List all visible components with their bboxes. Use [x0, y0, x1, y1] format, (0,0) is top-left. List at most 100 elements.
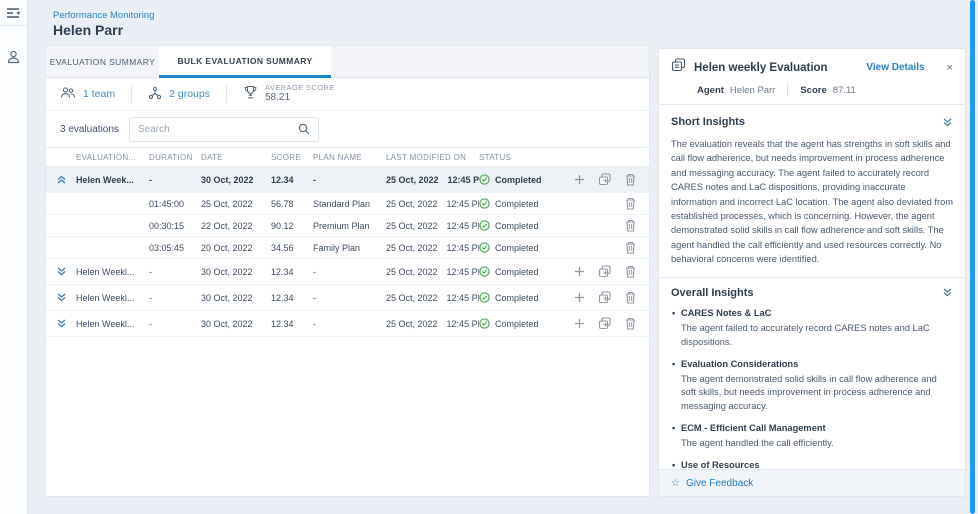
sidebar-item-agents[interactable] [0, 40, 27, 74]
insight-bullet-title: CARES Notes & LaC [671, 308, 953, 318]
table-row[interactable]: Helen Weekl... - 30 Oct, 2022 12.34 - 25… [46, 285, 649, 311]
table-row[interactable]: 00:30:15 22 Oct, 2022 90.12 Premium Plan… [46, 215, 649, 237]
team-icon [60, 86, 76, 102]
expander[interactable] [46, 318, 76, 329]
delete-icon[interactable] [625, 317, 636, 330]
add-icon[interactable] [574, 318, 585, 329]
delete-icon[interactable] [625, 197, 636, 210]
average-score-value: 58.21 [265, 92, 335, 105]
add-icon[interactable] [574, 266, 585, 277]
breadcrumb[interactable]: Performance Monitoring [53, 10, 154, 21]
check-circle-icon [479, 266, 490, 277]
copy-icon[interactable] [598, 265, 612, 278]
table-row[interactable]: Helen Week... - 30 Oct, 2022 12.34 - 25 … [46, 167, 649, 193]
cell-date: 30 Oct, 2022 [201, 319, 271, 329]
cell-date: 22 Oct, 2022 [201, 221, 271, 231]
insight-bullet: ECM - Efficient Call Management The agen… [671, 423, 953, 451]
insight-bullet-title: Use of Resources [671, 460, 953, 469]
cell-date: 25 Oct, 2022 [201, 199, 271, 209]
hierarchy-icon [148, 86, 162, 103]
cell-date: 20 Oct, 2022 [201, 243, 271, 253]
header-plan-name[interactable]: PLAN NAME [313, 153, 386, 162]
table-header: EVALUATION... DURATION DATE SCORE PLAN N… [46, 147, 649, 167]
view-details-link[interactable]: View Details [866, 62, 924, 73]
add-icon[interactable] [574, 292, 585, 303]
header-duration[interactable]: DURATION [149, 153, 201, 162]
cell-last-modified: 25 Oct, 202212:45 PM [386, 293, 479, 303]
delete-icon[interactable] [625, 241, 636, 254]
header-score[interactable]: SCORE [271, 153, 313, 162]
expander[interactable] [46, 174, 76, 185]
short-insights-section: Short Insights The evaluation reveals th… [659, 107, 965, 277]
cell-plan-name: Premium Plan [313, 221, 386, 231]
copy-icon[interactable] [598, 317, 612, 330]
cell-score: 90.12 [271, 221, 313, 231]
insight-panel: Helen weekly Evaluation View Details × A… [658, 48, 966, 497]
check-circle-icon [479, 242, 490, 253]
team-stat[interactable]: 1 team [60, 86, 115, 102]
table-row[interactable]: 03:05:45 20 Oct, 2022 34.56 Family Plan … [46, 237, 649, 259]
tab-evaluation-summary[interactable]: EVALUATION SUMMARY [46, 46, 159, 78]
delete-icon[interactable] [625, 265, 636, 278]
short-insights-title: Short Insights [671, 116, 745, 128]
groups-stat[interactable]: 2 groups [148, 86, 210, 103]
cell-evaluation-name: Helen Weekl... [76, 293, 149, 303]
score-value: 87.11 [833, 85, 856, 96]
table-body: Helen Week... - 30 Oct, 2022 12.34 - 25 … [46, 167, 649, 337]
collapse-chevron-icon[interactable] [942, 287, 953, 298]
insight-bullet-text: The agent demonstrated solid skills in c… [681, 373, 953, 415]
insight-panel-body[interactable]: Short Insights The evaluation reveals th… [659, 107, 965, 469]
copy-icon[interactable] [598, 291, 612, 304]
expander[interactable] [46, 266, 76, 277]
collapse-chevron-icon[interactable] [942, 117, 953, 128]
header-date[interactable]: DATE [201, 153, 271, 162]
cell-last-modified: 25 Oct, 202212:45 PM [386, 221, 479, 231]
table-row[interactable]: 01:45:00 25 Oct, 2022 56.78 Standard Pla… [46, 193, 649, 215]
evaluation-count: 3 evaluations [60, 124, 129, 135]
table-row[interactable]: Helen Weekl... - 30 Oct, 2022 12.34 - 25… [46, 311, 649, 337]
search-icon[interactable] [298, 123, 310, 135]
cell-date: 30 Oct, 2022 [201, 293, 271, 303]
close-icon[interactable]: × [947, 62, 953, 74]
give-feedback-link[interactable]: Give Feedback [686, 478, 753, 489]
header-status[interactable]: STATUS [479, 153, 571, 162]
menu-toggle-button[interactable] [0, 0, 27, 26]
expander[interactable] [46, 292, 76, 303]
cell-duration: 00:30:15 [149, 221, 201, 231]
stat-divider [131, 85, 132, 103]
cell-score: 12.34 [271, 293, 313, 303]
page-title: Helen Parr [53, 22, 123, 38]
check-circle-icon [479, 220, 490, 231]
cell-score: 12.34 [271, 319, 313, 329]
search-box[interactable] [129, 117, 319, 142]
stats-row: 1 team 2 groups AVERAGE SCORE [46, 78, 649, 111]
page-scrollbar[interactable] [970, 0, 975, 514]
cell-duration: - [149, 175, 201, 185]
insight-bullet-title: Evaluation Considerations [671, 359, 953, 369]
short-insights-text: The evaluation reveals that the agent ha… [671, 137, 953, 267]
header-last-modified[interactable]: LAST MODIFIED ON [386, 153, 479, 162]
panel-title: Helen weekly Evaluation [694, 62, 858, 74]
tab-bulk-evaluation-summary[interactable]: BULK EVALUATION SUMMARY [159, 46, 331, 78]
cell-duration: 03:05:45 [149, 243, 201, 253]
add-icon[interactable] [574, 174, 585, 185]
delete-icon[interactable] [625, 219, 636, 232]
status-badge: Completed [479, 220, 571, 231]
header-evaluation[interactable]: EVALUATION... [76, 153, 149, 162]
star-icon: ☆ [671, 478, 680, 489]
overall-insights-title: Overall Insights [671, 287, 754, 299]
delete-icon[interactable] [625, 173, 636, 186]
cell-date: 30 Oct, 2022 [201, 267, 271, 277]
status-badge: Completed [479, 174, 571, 185]
row-actions [571, 241, 649, 254]
search-input[interactable] [130, 124, 298, 135]
copy-icon[interactable] [598, 173, 612, 186]
delete-icon[interactable] [625, 291, 636, 304]
insight-bullet-list: CARES Notes & LaC The agent failed to ac… [671, 308, 953, 469]
cell-duration: - [149, 293, 201, 303]
tab-filler [331, 46, 649, 78]
tab-bar: EVALUATION SUMMARY BULK EVALUATION SUMMA… [46, 46, 649, 78]
table-row[interactable]: Helen Weekl... - 30 Oct, 2022 12.34 - 25… [46, 259, 649, 285]
row-actions [571, 265, 649, 278]
agent-name: Helen Parr [730, 85, 775, 96]
